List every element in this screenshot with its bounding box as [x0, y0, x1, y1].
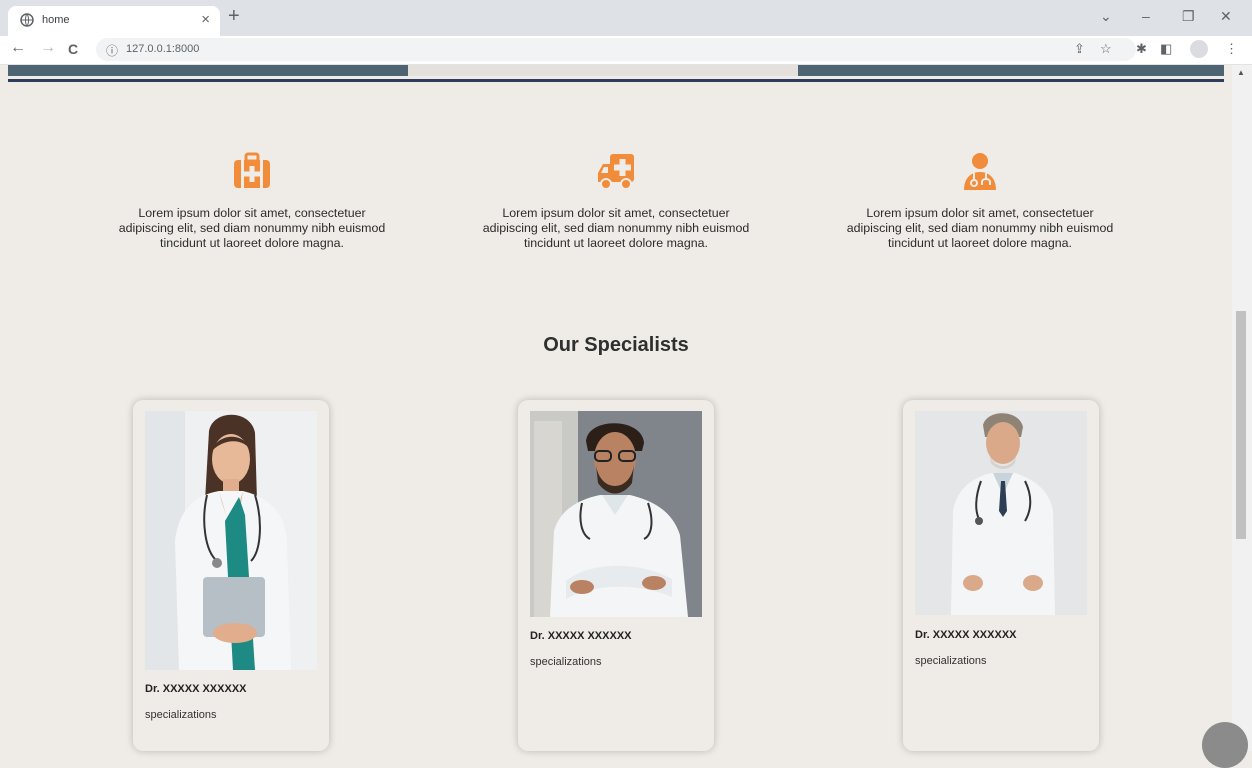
doctor-name: Dr. XXXXX XXXXXX	[915, 629, 1017, 641]
minimize-icon[interactable]: –	[1142, 8, 1150, 24]
side-panel-icon[interactable]: ◧	[1160, 41, 1172, 57]
feature-doctor: Lorem ipsum dolor sit amet, consectetuer…	[845, 152, 1115, 251]
browser-tab[interactable]: home ×	[8, 6, 220, 36]
reload-button[interactable]: C	[68, 41, 78, 57]
new-tab-button[interactable]: +	[228, 6, 240, 26]
browser-toolbar: ← → C ⓘ 127.0.0.1:8000 ⇪ ☆ ✱ ◧ ⋮	[0, 36, 1252, 65]
feature-text: Lorem ipsum dolor sit amet, consectetuer…	[118, 206, 386, 250]
profile-avatar[interactable]	[1190, 40, 1208, 58]
feature-ambulance: Lorem ipsum dolor sit amet, consectetuer…	[481, 152, 751, 251]
restore-icon[interactable]: ❐	[1182, 8, 1195, 25]
tab-search-icon[interactable]: ⌄	[1100, 8, 1112, 25]
section-title: Our Specialists	[543, 334, 689, 356]
scrollbar-thumb[interactable]	[1236, 311, 1246, 539]
doctor-name: Dr. XXXXX XXXXXX	[530, 630, 632, 642]
doctor-name: Dr. XXXXX XXXXXX	[145, 683, 247, 695]
bookmark-star-icon[interactable]: ☆	[1100, 41, 1112, 57]
doctor-photo	[915, 411, 1087, 615]
globe-icon	[20, 13, 34, 27]
browser-tab-strip: home × + ⌄ – ❐ ✕	[0, 0, 1252, 36]
ambulance-icon	[598, 154, 634, 190]
site-info-icon[interactable]: ⓘ	[106, 42, 118, 59]
doctor-specialization: specializations	[915, 655, 987, 667]
share-icon[interactable]: ⇪	[1074, 41, 1085, 57]
hero-banner-bottom	[8, 65, 1224, 76]
feature-text: Lorem ipsum dolor sit amet, consectetuer…	[482, 206, 750, 250]
tab-close-button[interactable]: ×	[201, 11, 210, 28]
medical-kit-icon	[234, 152, 270, 188]
close-window-icon[interactable]: ✕	[1220, 8, 1232, 25]
url-text: 127.0.0.1:8000	[126, 43, 200, 55]
floating-action-button[interactable]	[1202, 722, 1248, 768]
doctor-card[interactable]: Dr. XXXXX XXXXXX specializations	[518, 400, 714, 751]
hero-divider	[8, 79, 1224, 82]
address-bar[interactable]: ⓘ 127.0.0.1:8000	[96, 38, 1136, 61]
extensions-icon[interactable]: ✱	[1136, 41, 1147, 57]
forward-button[interactable]: →	[40, 39, 56, 57]
doctor-card[interactable]: Dr. XXXXX XXXXXX specializations	[903, 400, 1099, 751]
tab-title: home	[42, 14, 70, 26]
feature-medical-kit: Lorem ipsum dolor sit amet, consectetuer…	[117, 152, 387, 251]
back-button[interactable]: ←	[10, 39, 26, 57]
page-scrollbar[interactable]: ▲	[1232, 65, 1252, 751]
doctor-photo	[145, 411, 317, 670]
feature-text: Lorem ipsum dolor sit amet, consectetuer…	[846, 206, 1114, 250]
scroll-up-arrow-icon[interactable]: ▲	[1237, 68, 1245, 77]
menu-kebab-icon[interactable]: ⋮	[1225, 41, 1238, 57]
doctor-photo	[530, 411, 702, 617]
hero-image-slice	[408, 65, 798, 76]
doctor-specialization: specializations	[530, 656, 602, 668]
doctor-specialization: specializations	[145, 709, 217, 721]
doctor-icon	[964, 153, 996, 190]
doctor-card[interactable]: Dr. XXXXX XXXXXX specializations	[133, 400, 329, 751]
